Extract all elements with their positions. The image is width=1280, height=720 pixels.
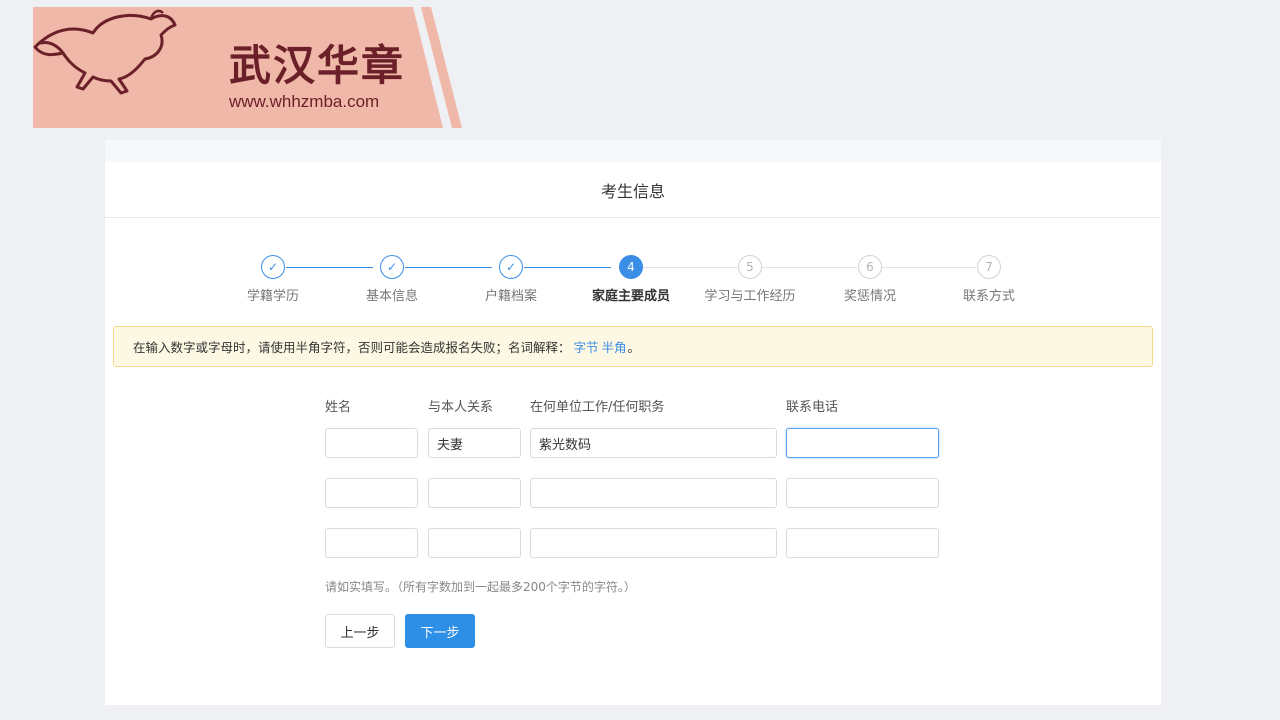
step-1[interactable]: ✓ 学籍学历 bbox=[213, 255, 333, 304]
step-7[interactable]: 7 联系方式 bbox=[929, 255, 1049, 304]
check-icon: ✓ bbox=[380, 255, 404, 279]
step-label: 基本信息 bbox=[365, 289, 418, 304]
name-input[interactable] bbox=[325, 428, 418, 458]
logo-name: 武汉华章 bbox=[229, 41, 406, 90]
relation-input[interactable] bbox=[428, 428, 521, 458]
step-number: 5 bbox=[738, 255, 762, 279]
header-relation: 与本人关系 bbox=[428, 400, 494, 415]
header-phone: 联系电话 bbox=[786, 400, 839, 415]
link-half-width[interactable]: 半角 bbox=[602, 337, 627, 356]
step-label: 学籍学历 bbox=[246, 289, 299, 304]
step-5[interactable]: 5 学习与工作经历 bbox=[690, 255, 810, 304]
phone-input[interactable] bbox=[786, 428, 939, 458]
header-name: 姓名 bbox=[325, 400, 352, 415]
page-title: 考生信息 bbox=[105, 162, 1161, 218]
step-label: 奖惩情况 bbox=[843, 289, 896, 304]
work-input[interactable] bbox=[530, 528, 777, 558]
step-2[interactable]: ✓ 基本信息 bbox=[332, 255, 452, 304]
logo-banner: 武汉华章 www.whhzmba.com bbox=[33, 7, 463, 128]
work-input[interactable] bbox=[530, 428, 777, 458]
progress-steps: ✓ 学籍学历 ✓ 基本信息 ✓ 户籍档案 4 家庭主要成员 5 学习与工作经历 … bbox=[105, 255, 1161, 305]
step-4[interactable]: 4 家庭主要成员 bbox=[571, 255, 691, 304]
notice-end: 。 bbox=[627, 340, 641, 355]
step-connector bbox=[762, 267, 857, 268]
step-connector bbox=[643, 267, 738, 268]
work-input[interactable] bbox=[530, 478, 777, 508]
step-label: 家庭主要成员 bbox=[591, 289, 670, 304]
relation-input[interactable] bbox=[428, 478, 521, 508]
step-label: 户籍档案 bbox=[484, 289, 537, 304]
step-connector bbox=[405, 267, 492, 268]
step-connector bbox=[881, 267, 976, 268]
step-connector bbox=[524, 267, 611, 268]
main-card: 考生信息 ✓ 学籍学历 ✓ 基本信息 ✓ 户籍档案 4 家庭主要成员 5 学习与… bbox=[105, 140, 1161, 705]
horse-logo-icon bbox=[33, 9, 177, 95]
notice-banner: 在输入数字或字母时，请使用半角字符，否则可能会造成报名失败；名词解释： 字节 半… bbox=[113, 326, 1153, 367]
name-input[interactable] bbox=[325, 528, 418, 558]
phone-input[interactable] bbox=[786, 528, 939, 558]
header-work: 在何单位工作/任何职务 bbox=[530, 400, 665, 415]
card-top-bar bbox=[105, 140, 1161, 162]
form-hint: 请如实填写。（所有字数加到一起最多200个字节的字符。） bbox=[325, 580, 636, 594]
link-byte[interactable]: 字节 bbox=[574, 337, 599, 356]
next-step-button[interactable]: 下一步 bbox=[405, 614, 475, 648]
logo-url: www.whhzmba.com bbox=[229, 92, 380, 111]
step-connector bbox=[286, 267, 373, 268]
notice-text: 在输入数字或字母时，请使用半角字符，否则可能会造成报名失败；名词解释： bbox=[133, 340, 571, 355]
step-number: 7 bbox=[977, 255, 1001, 279]
step-number: 4 bbox=[619, 255, 643, 279]
name-input[interactable] bbox=[325, 478, 418, 508]
phone-input[interactable] bbox=[786, 478, 939, 508]
prev-step-button[interactable]: 上一步 bbox=[325, 614, 395, 648]
step-6[interactable]: 6 奖惩情况 bbox=[810, 255, 930, 304]
check-icon: ✓ bbox=[499, 255, 523, 279]
step-label: 联系方式 bbox=[962, 289, 1015, 304]
check-icon: ✓ bbox=[261, 255, 285, 279]
step-number: 6 bbox=[858, 255, 882, 279]
relation-input[interactable] bbox=[428, 528, 521, 558]
step-label: 学习与工作经历 bbox=[704, 289, 796, 304]
step-3[interactable]: ✓ 户籍档案 bbox=[451, 255, 571, 304]
